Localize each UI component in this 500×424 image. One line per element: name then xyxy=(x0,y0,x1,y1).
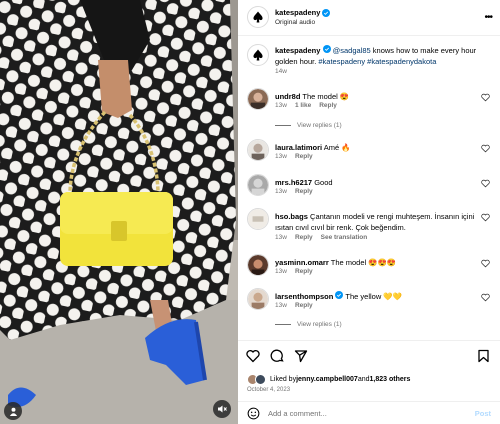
comment-time[interactable]: 13w xyxy=(275,188,287,195)
comment-like-count[interactable]: 1 like xyxy=(295,102,311,109)
reply-button[interactable]: Reply xyxy=(295,268,313,275)
heart-icon[interactable] xyxy=(481,144,490,153)
caption-time[interactable]: 14w xyxy=(275,68,287,75)
heart-icon[interactable] xyxy=(481,213,490,222)
author-username[interactable]: katespadeny xyxy=(275,8,320,17)
comment-text: The model 😍 xyxy=(302,92,350,101)
comment-time[interactable]: 13w xyxy=(275,268,287,275)
caption-username[interactable]: katespadeny xyxy=(275,46,320,55)
avatar-image xyxy=(248,209,268,229)
spade-logo-icon xyxy=(253,11,263,23)
heart-icon[interactable] xyxy=(481,293,490,302)
post-comment-button[interactable]: Post xyxy=(475,409,491,418)
replies-divider xyxy=(275,324,291,325)
avatar-image xyxy=(248,175,268,195)
commenter-avatar[interactable] xyxy=(247,88,269,110)
avatar-image xyxy=(248,289,268,309)
author-avatar[interactable] xyxy=(247,6,269,28)
mute-button[interactable] xyxy=(213,400,231,418)
comment-input[interactable] xyxy=(268,406,458,420)
likes-others[interactable]: 1,823 others xyxy=(370,376,411,383)
liker-avatar xyxy=(255,374,266,385)
comment-time[interactable]: 13w xyxy=(275,234,287,241)
avatar-image xyxy=(248,140,268,160)
commenter-username[interactable]: hso.bags xyxy=(275,212,308,221)
tagged-users-button[interactable] xyxy=(4,402,22,420)
commenter-avatar[interactable] xyxy=(247,288,269,310)
spade-logo-icon xyxy=(253,49,263,61)
view-replies-button[interactable]: View replies (1) xyxy=(275,122,342,129)
likes-summary: Liked by jenny.campbell007 and 1,823 oth… xyxy=(247,374,410,385)
avatar-image xyxy=(248,89,268,109)
comment-time[interactable]: 13w xyxy=(275,102,287,109)
replies-divider xyxy=(275,125,291,126)
comment-icon[interactable] xyxy=(270,349,284,363)
comment-time[interactable]: 13w xyxy=(275,153,287,160)
verified-badge-icon xyxy=(322,8,331,17)
comment-text: The model 😍😍😍 xyxy=(330,258,397,267)
heart-icon[interactable] xyxy=(246,349,260,363)
heart-icon[interactable] xyxy=(481,93,490,102)
post-header: katespadeny Original audio ••• xyxy=(238,0,500,36)
view-replies-label: View replies (1) xyxy=(297,122,342,129)
caption-mention[interactable]: @sadgal85 xyxy=(333,46,371,55)
post-panel: katespadeny Original audio ••• katespade… xyxy=(238,0,500,424)
reply-button[interactable]: Reply xyxy=(295,302,313,309)
commenter-username[interactable]: mrs.h6217 xyxy=(275,178,312,187)
commenter-username[interactable]: larsenthompson xyxy=(275,292,333,301)
audio-label[interactable]: Original audio xyxy=(275,19,315,26)
post-image xyxy=(0,0,238,424)
emoji-icon[interactable] xyxy=(247,407,260,420)
reply-button[interactable]: Reply xyxy=(319,102,337,109)
caption-hashtags[interactable]: #katespadeny #katespadenydakota xyxy=(318,57,436,66)
liker-avatars xyxy=(247,374,266,385)
comment-text: Good xyxy=(314,178,333,187)
likes-middle: and xyxy=(357,376,370,383)
bookmark-icon[interactable] xyxy=(477,349,490,363)
view-replies-label: View replies (1) xyxy=(297,321,342,328)
heart-icon[interactable] xyxy=(481,259,490,268)
comment-time[interactable]: 13w xyxy=(275,302,287,309)
post-actions: Liked by jenny.campbell007 and 1,823 oth… xyxy=(238,340,500,424)
add-comment-bar: Post xyxy=(238,401,500,424)
commenter-username[interactable]: laura.latimori xyxy=(275,143,322,152)
post-media[interactable] xyxy=(0,0,238,424)
likes-prefix: Liked by xyxy=(270,376,297,383)
caption-avatar[interactable] xyxy=(247,44,269,66)
post-date[interactable]: October 4, 2023 xyxy=(247,387,290,393)
comment-text: The yellow 💛💛 xyxy=(345,292,402,301)
comment-text: Amé 🔥 xyxy=(323,143,351,152)
avatar-image xyxy=(248,255,268,275)
user-icon xyxy=(9,407,17,416)
speaker-muted-icon xyxy=(218,405,227,413)
see-translation-button[interactable]: See translation xyxy=(321,234,368,241)
reply-button[interactable]: Reply xyxy=(295,234,313,241)
reply-button[interactable]: Reply xyxy=(295,153,313,160)
commenter-username[interactable]: undr8d xyxy=(275,92,300,101)
commenter-avatar[interactable] xyxy=(247,139,269,161)
reply-button[interactable]: Reply xyxy=(295,188,313,195)
view-replies-button[interactable]: View replies (1) xyxy=(275,321,342,328)
heart-icon[interactable] xyxy=(481,179,490,188)
commenter-avatar[interactable] xyxy=(247,208,269,230)
verified-badge-icon xyxy=(322,45,331,53)
share-icon[interactable] xyxy=(294,349,308,363)
commenter-username[interactable]: yasminn.omarr xyxy=(275,258,329,267)
verified-badge-icon xyxy=(335,291,344,299)
commenter-avatar[interactable] xyxy=(247,254,269,276)
more-options-button[interactable]: ••• xyxy=(484,12,492,23)
commenter-avatar[interactable] xyxy=(247,174,269,196)
liked-by-user[interactable]: jenny.campbell007 xyxy=(296,376,358,383)
